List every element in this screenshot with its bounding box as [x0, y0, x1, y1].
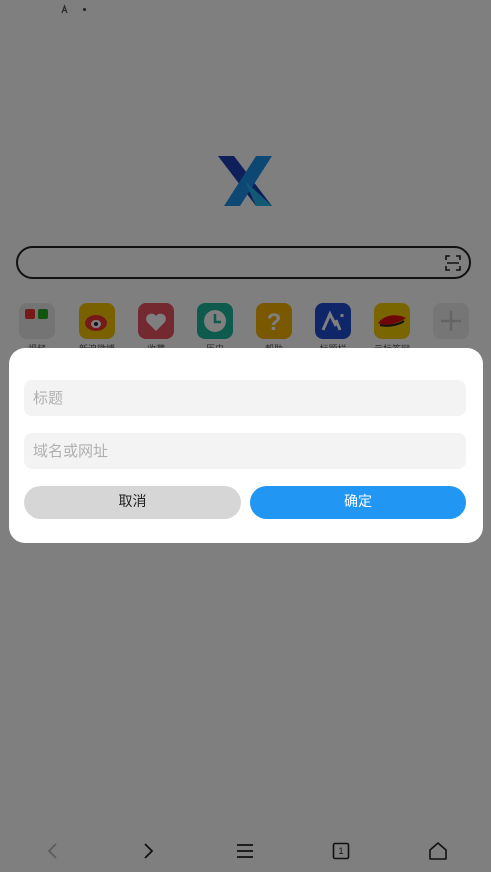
- url-input[interactable]: 域名或网址: [24, 433, 466, 469]
- add-bookmark-dialog: 标题 域名或网址 取消 确定: [9, 348, 483, 543]
- title-input[interactable]: 标题: [24, 380, 466, 416]
- cancel-button[interactable]: 取消: [24, 486, 241, 519]
- confirm-button[interactable]: 确定: [250, 486, 466, 519]
- browser-app: 3:42 视频 新浪微博 收藏: [0, 0, 491, 872]
